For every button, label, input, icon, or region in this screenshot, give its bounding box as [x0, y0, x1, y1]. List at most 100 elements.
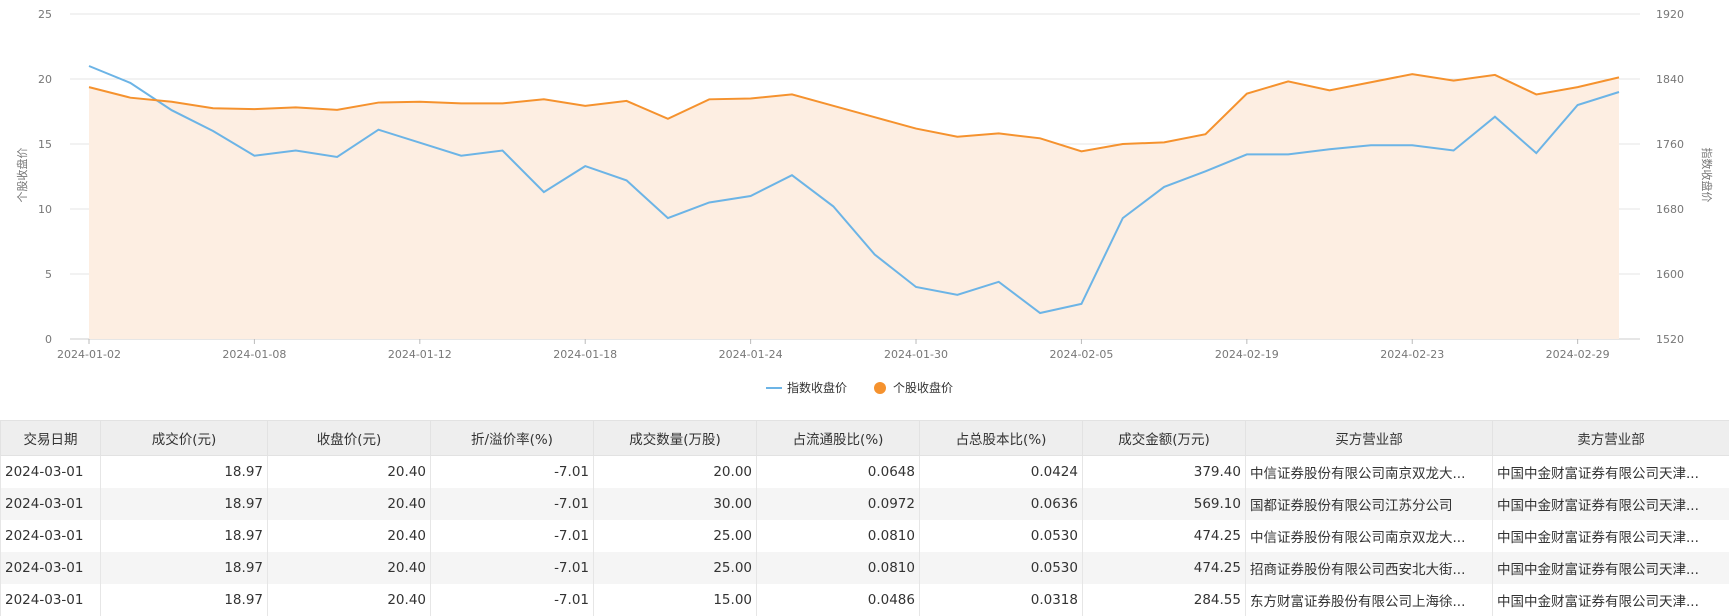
cell-buyer[interactable]: 东方财富证券股份有限公司上海徐...	[1245, 584, 1493, 616]
cell-total-ratio: 0.0530	[919, 552, 1083, 584]
right-axis-ticks: 1520 1600 1680 1760 1840 1920	[1656, 8, 1684, 346]
x-tick-label: 2024-01-24	[719, 348, 783, 361]
x-tick-label: 2024-01-12	[388, 348, 452, 361]
cell-volume: 25.00	[593, 552, 757, 584]
cell-float-ratio: 0.0972	[756, 488, 920, 520]
cell-seller[interactable]: 中国中金财富证券有限公司天津...	[1492, 584, 1729, 616]
cell-deal-price: 18.97	[100, 552, 268, 584]
cell-date: 2024-03-01	[0, 488, 101, 520]
cell-close-price: 20.40	[267, 520, 431, 552]
block-trade-table: 交易日期 成交价(元) 收盘价(元) 折/溢价率(%) 成交数量(万股) 占流通…	[0, 420, 1729, 616]
cell-float-ratio: 0.0486	[756, 584, 920, 616]
cell-total-ratio: 0.0318	[919, 584, 1083, 616]
cell-total-ratio: 0.0424	[919, 455, 1083, 488]
cell-close-price: 20.40	[267, 584, 431, 616]
header-close-price[interactable]: 收盘价(元)	[267, 420, 431, 456]
left-tick-label: 0	[45, 333, 52, 346]
x-tick-label: 2024-02-23	[1380, 348, 1444, 361]
x-tick-label: 2024-02-19	[1215, 348, 1279, 361]
header-date[interactable]: 交易日期	[0, 420, 101, 456]
cell-volume: 25.00	[593, 520, 757, 552]
cell-amount: 474.25	[1082, 520, 1246, 552]
cell-total-ratio: 0.0636	[919, 488, 1083, 520]
cell-total-ratio: 0.0530	[919, 520, 1083, 552]
cell-volume: 30.00	[593, 488, 757, 520]
cell-date: 2024-03-01	[0, 584, 101, 616]
cell-date: 2024-03-01	[0, 455, 101, 488]
left-tick-label: 25	[38, 8, 52, 21]
cell-premium-rate: -7.01	[430, 488, 594, 520]
cell-close-price: 20.40	[267, 552, 431, 584]
table-row: 2024-03-01 18.97 20.40 -7.01 30.00 0.097…	[0, 488, 1729, 520]
header-seller[interactable]: 卖方营业部	[1492, 420, 1729, 456]
cell-deal-price: 18.97	[100, 520, 268, 552]
x-tick-label: 2024-01-08	[222, 348, 286, 361]
right-tick-label: 1760	[1656, 138, 1684, 151]
header-volume[interactable]: 成交数量(万股)	[593, 420, 757, 456]
x-axis-ticks: 2024-01-02 2024-01-08 2024-01-12 2024-01-18…	[57, 339, 1610, 361]
cell-deal-price: 18.97	[100, 584, 268, 616]
table-row: 2024-03-01 18.97 20.40 -7.01 25.00 0.081…	[0, 552, 1729, 584]
table-header-row: 交易日期 成交价(元) 收盘价(元) 折/溢价率(%) 成交数量(万股) 占流通…	[0, 420, 1729, 456]
cell-amount: 379.40	[1082, 455, 1246, 488]
cell-date: 2024-03-01	[0, 520, 101, 552]
cell-premium-rate: -7.01	[430, 455, 594, 488]
right-axis-label: 指数收盘价	[1700, 148, 1714, 203]
right-tick-label: 1840	[1656, 73, 1684, 86]
cell-deal-price: 18.97	[100, 488, 268, 520]
legend-item-index[interactable]: 指数收盘价	[766, 380, 847, 395]
legend-label-stock: 个股收盘价	[893, 380, 953, 395]
cell-seller[interactable]: 中国中金财富证券有限公司天津...	[1492, 520, 1729, 552]
left-tick-label: 5	[45, 268, 52, 281]
left-axis-label: 个股收盘价	[15, 148, 29, 203]
cell-buyer[interactable]: 中信证券股份有限公司南京双龙大...	[1245, 520, 1493, 552]
cell-amount: 474.25	[1082, 552, 1246, 584]
cell-buyer[interactable]: 国都证券股份有限公司江苏分公司	[1245, 488, 1493, 520]
cell-buyer[interactable]: 招商证券股份有限公司西安北大街...	[1245, 552, 1493, 584]
cell-volume: 15.00	[593, 584, 757, 616]
header-total-ratio[interactable]: 占总股本比(%)	[919, 420, 1083, 456]
cell-volume: 20.00	[593, 455, 757, 488]
cell-premium-rate: -7.01	[430, 584, 594, 616]
cell-float-ratio: 0.0648	[756, 455, 920, 488]
cell-seller[interactable]: 中国中金财富证券有限公司天津...	[1492, 488, 1729, 520]
cell-close-price: 20.40	[267, 488, 431, 520]
header-buyer[interactable]: 买方营业部	[1245, 420, 1493, 456]
cell-date: 2024-03-01	[0, 552, 101, 584]
right-tick-label: 1600	[1656, 268, 1684, 281]
cell-close-price: 20.40	[267, 455, 431, 488]
block-trade-table-container: 交易日期 成交价(元) 收盘价(元) 折/溢价率(%) 成交数量(万股) 占流通…	[0, 420, 1729, 616]
cell-seller[interactable]: 中国中金财富证券有限公司天津...	[1492, 552, 1729, 584]
cell-float-ratio: 0.0810	[756, 552, 920, 584]
cell-premium-rate: -7.01	[430, 520, 594, 552]
header-deal-price[interactable]: 成交价(元)	[100, 420, 268, 456]
header-premium-rate[interactable]: 折/溢价率(%)	[430, 420, 594, 456]
x-tick-label: 2024-02-29	[1546, 348, 1610, 361]
x-tick-label: 2024-02-05	[1049, 348, 1113, 361]
cell-seller[interactable]: 中国中金财富证券有限公司天津...	[1492, 455, 1729, 488]
chart-legend: 指数收盘价 个股收盘价	[766, 380, 953, 395]
table-row: 2024-03-01 18.97 20.40 -7.01 20.00 0.064…	[0, 455, 1729, 488]
x-tick-label: 2024-01-02	[57, 348, 121, 361]
table-row: 2024-03-01 18.97 20.40 -7.01 25.00 0.081…	[0, 520, 1729, 552]
left-tick-label: 10	[38, 203, 52, 216]
legend-item-stock[interactable]: 个股收盘价	[874, 380, 953, 395]
right-tick-label: 1520	[1656, 333, 1684, 346]
stock-close-area	[89, 74, 1619, 339]
header-float-ratio[interactable]: 占流通股比(%)	[756, 420, 920, 456]
price-chart: 0510152025 152016001680176018401920 2024…	[15, 8, 1714, 395]
right-tick-label: 1680	[1656, 203, 1684, 216]
left-tick-label: 15	[38, 138, 52, 151]
cell-buyer[interactable]: 中信证券股份有限公司南京双龙大...	[1245, 455, 1493, 488]
legend-label-index: 指数收盘价	[787, 380, 847, 395]
cell-amount: 569.10	[1082, 488, 1246, 520]
left-axis-ticks: 0 5 10 15 20 25	[38, 8, 52, 346]
left-tick-label: 20	[38, 73, 52, 86]
legend-dot-icon	[874, 382, 886, 394]
x-tick-label: 2024-01-30	[884, 348, 948, 361]
cell-premium-rate: -7.01	[430, 552, 594, 584]
header-amount[interactable]: 成交金额(万元)	[1082, 420, 1246, 456]
cell-amount: 284.55	[1082, 584, 1246, 616]
table-row: 2024-03-01 18.97 20.40 -7.01 15.00 0.048…	[0, 584, 1729, 616]
right-tick-label: 1920	[1656, 8, 1684, 21]
